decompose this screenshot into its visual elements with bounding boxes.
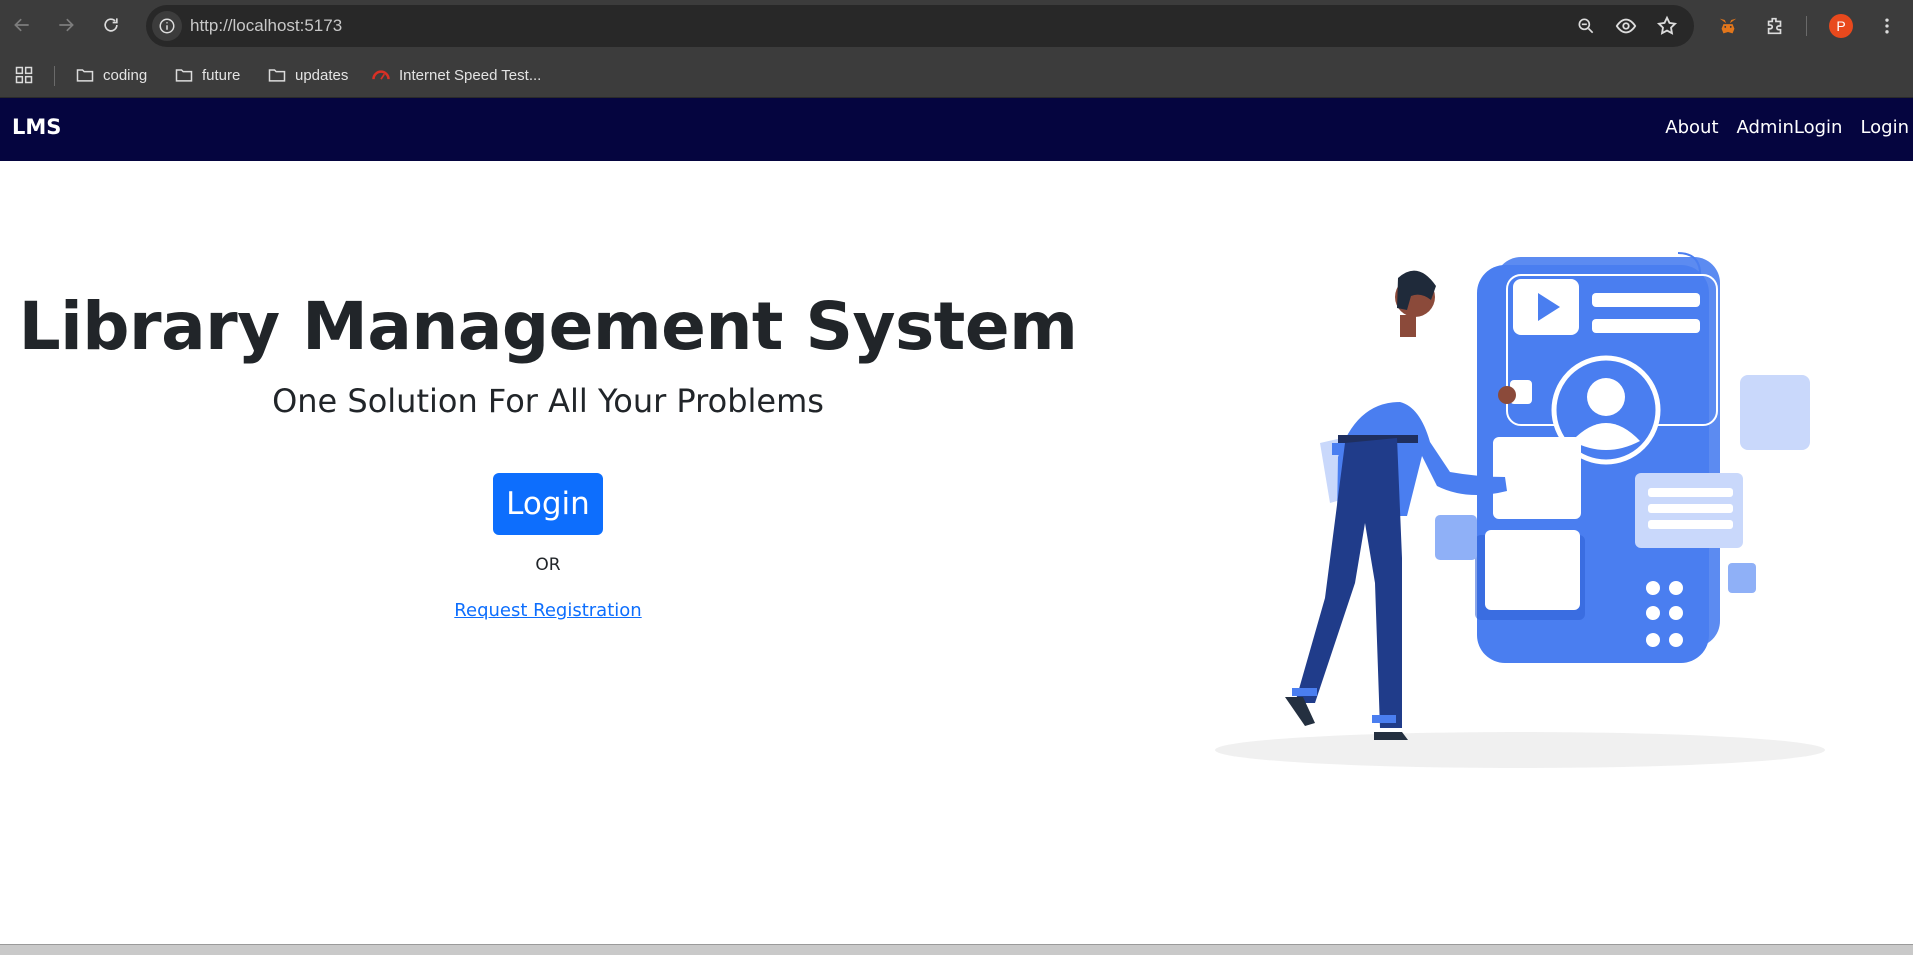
eye-icon[interactable] [1614,14,1638,38]
menu-kebab-icon[interactable] [1873,12,1901,40]
forward-button[interactable] [51,10,81,40]
extensions-puzzle-icon[interactable] [1761,12,1789,40]
reload-icon [104,18,118,32]
site-info-button[interactable] [152,11,182,41]
request-registration-link[interactable]: Request Registration [0,600,1096,621]
url-text[interactable]: http://localhost:5173 [190,16,342,36]
or-separator: OR [535,555,561,575]
bookmark-label: coding [103,66,148,84]
bookmark-label: updates [295,66,349,84]
brand-logo[interactable]: LMS [12,115,61,139]
bookmark-label: future [202,66,241,84]
speedometer-icon [372,70,390,80]
hero-section: Library Management System One Solution F… [0,160,1096,940]
folder-icon [76,69,94,82]
forward-arrow-icon [59,18,74,32]
browser-toolbar: http://localhost:5173 P [0,0,1913,52]
metamask-extension-icon[interactable] [1714,12,1742,40]
folder-icon [175,69,193,82]
nav-link-login[interactable]: Login [1860,117,1909,138]
nav-link-about[interactable]: About [1665,117,1718,138]
bookmark-coding[interactable]: coding [75,62,147,88]
bookmark-label: Internet Speed Test... [399,66,542,84]
back-arrow-icon [14,18,29,32]
profile-initial: P [1836,18,1846,34]
hero-illustration [1215,252,1825,768]
apps-grid-icon[interactable] [14,62,34,88]
page-title: Library Management System [18,288,1078,365]
nav-link-admin-login[interactable]: AdminLogin [1737,117,1843,138]
address-bar[interactable]: http://localhost:5173 [146,5,1694,47]
nav-links: About AdminLogin Login [1665,117,1909,138]
back-button[interactable] [7,10,37,40]
page-subtitle: One Solution For All Your Problems [272,382,824,420]
toolbar-divider [1806,16,1807,36]
zoom-icon[interactable] [1574,14,1598,38]
app-navbar: LMS About AdminLogin Login [0,98,1913,161]
reload-button[interactable] [96,10,126,40]
folder-icon [268,69,286,82]
login-button[interactable]: Login [493,473,603,535]
bookmark-speed-test[interactable]: Internet Speed Test... [371,62,541,88]
horizontal-scrollbar[interactable] [0,944,1913,955]
bookmarks-bar: coding future updates Internet Speed Tes… [0,52,1913,98]
info-icon [159,18,175,34]
bookmark-future[interactable]: future [174,62,240,88]
bookmarks-divider [54,66,55,86]
bookmark-star-icon[interactable] [1655,14,1679,38]
bookmark-updates[interactable]: updates [267,62,348,88]
profile-avatar[interactable]: P [1829,14,1853,38]
